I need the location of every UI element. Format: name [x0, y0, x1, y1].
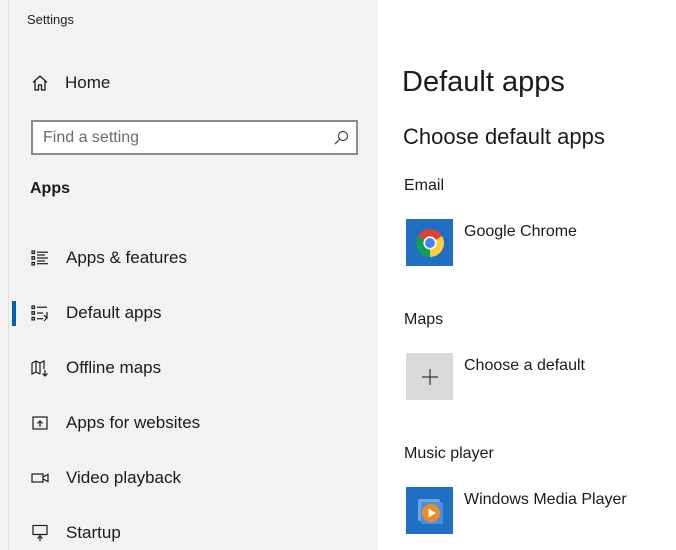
chrome-icon	[406, 219, 453, 266]
search-input[interactable]	[33, 122, 326, 153]
sidebar-item-label: Video playback	[66, 468, 181, 487]
sidebar-item-label: Apps for websites	[66, 413, 201, 432]
email-app-picker[interactable]: Google Chrome	[406, 219, 666, 267]
default-apps-icon	[28, 301, 52, 325]
sidebar-item-label: Default apps	[66, 303, 162, 322]
maps-app-picker[interactable]: Choose a default	[406, 353, 666, 401]
sidebar-item-video-playback[interactable]: Video playback	[12, 456, 372, 500]
sidebar-item-default-apps[interactable]: Default apps	[12, 291, 372, 335]
nav-home[interactable]: Home	[20, 64, 360, 102]
page-title: Default apps	[402, 66, 565, 98]
category-label-email: Email	[404, 177, 445, 194]
open-in-app-icon	[28, 411, 52, 435]
sidebar-item-label: Offline maps	[66, 358, 162, 377]
email-app-name: Google Chrome	[464, 223, 577, 240]
maps-app-name: Choose a default	[464, 357, 585, 374]
search-icon[interactable]	[326, 130, 356, 146]
map-icon	[28, 356, 52, 380]
media-player-icon	[406, 487, 453, 534]
search-box[interactable]	[31, 120, 358, 155]
music-player-app-name: Windows Media Player	[464, 491, 627, 508]
sidebar-item-apps-for-websites[interactable]: Apps for websites	[12, 401, 372, 445]
sidebar-item-label: Apps & features	[66, 248, 187, 267]
plus-icon	[406, 353, 453, 400]
sidebar: Settings Home Apps Apps & features	[0, 0, 378, 550]
category-label-maps: Maps	[404, 311, 444, 328]
section-title: Apps	[30, 180, 70, 197]
list-icon	[28, 246, 52, 270]
sidebar-item-offline-maps[interactable]: Offline maps	[12, 346, 372, 390]
sidebar-item-startup[interactable]: Startup	[12, 511, 372, 550]
sidebar-item-apps-features[interactable]: Apps & features	[12, 236, 372, 280]
home-icon	[29, 72, 51, 94]
nav-home-label: Home	[65, 73, 111, 92]
section-subtitle: Choose default apps	[403, 124, 605, 149]
sidebar-item-label: Startup	[66, 523, 121, 542]
window-title: Settings	[27, 12, 74, 27]
startup-icon	[28, 521, 52, 545]
category-label-music-player: Music player	[404, 445, 494, 462]
video-icon	[28, 466, 52, 490]
music-player-app-picker[interactable]: Windows Media Player	[406, 487, 666, 535]
